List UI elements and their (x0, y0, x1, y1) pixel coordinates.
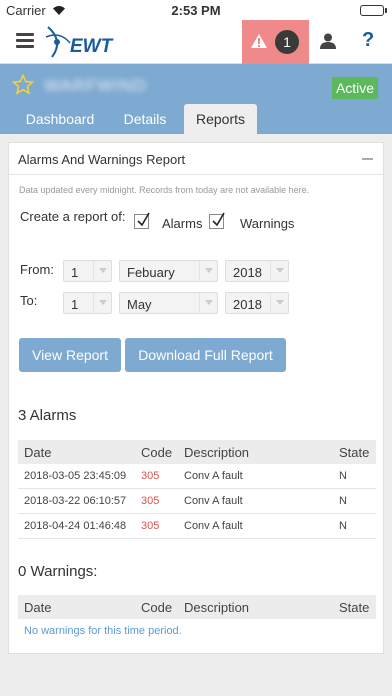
data-notice: Data updated every midnight. Records fro… (19, 185, 310, 195)
alarms-label: Alarms (162, 216, 203, 231)
to-day-select[interactable]: 1 (63, 292, 112, 314)
create-report-label: Create a report of: (20, 209, 126, 224)
to-label: To: (20, 293, 38, 308)
from-month-select[interactable]: Febuary (119, 260, 218, 282)
battery-icon (360, 5, 384, 16)
alarms-table: Date Code Description State 2018-03-05 2… (18, 440, 376, 539)
alarm-state: N (339, 495, 347, 507)
warnings-label: Warnings (240, 216, 295, 231)
table-header: Date Code Description State (18, 595, 376, 619)
alarm-state: N (339, 520, 347, 532)
to-year-select[interactable]: 2018 (225, 292, 289, 314)
status-badge: Active (332, 77, 378, 99)
chevron-down-icon (93, 293, 111, 313)
asset-bar: WARFWIND Active Dashboard Details Report… (0, 64, 392, 134)
from-year-select[interactable]: 2018 (225, 260, 289, 282)
to-month-value: May (127, 297, 152, 312)
column-header-state: State (339, 600, 370, 615)
alarm-description: Conv A fault (184, 470, 243, 482)
to-day-value: 1 (71, 297, 79, 312)
alarm-date: 2018-03-22 06:10:57 (24, 495, 127, 507)
battery-tip (385, 8, 387, 13)
chevron-down-icon (199, 261, 217, 281)
view-report-button[interactable]: View Report (19, 338, 121, 372)
chevron-down-icon (270, 293, 288, 313)
column-header-description: Description (184, 600, 250, 615)
column-header-code: Code (141, 445, 173, 460)
from-label: From: (20, 262, 54, 277)
app-header: EWT 1 ? (0, 20, 392, 64)
alarms-checkbox[interactable] (134, 212, 150, 229)
status-bar: Carrier 2:53 PM (0, 0, 392, 20)
to-month-select[interactable]: May (119, 292, 218, 314)
alarm-description: Conv A fault (184, 520, 243, 532)
table-row[interactable]: 2018-03-05 23:45:09 305 Conv A fault N (18, 464, 376, 489)
table-row[interactable]: 2018-03-22 06:10:57 305 Conv A fault N (18, 489, 376, 514)
favorite-star-icon[interactable] (11, 73, 35, 100)
tab-reports[interactable]: Reports (184, 104, 257, 134)
help-icon[interactable]: ? (362, 29, 374, 52)
column-header-state: State (339, 445, 370, 460)
chevron-down-icon (199, 293, 217, 313)
card-header: Alarms And Warnings Report (9, 143, 383, 175)
alarm-code: 305 (141, 520, 160, 532)
alert-count-badge: 1 (275, 30, 299, 54)
tab-dashboard[interactable]: Dashboard (20, 104, 100, 134)
card-title: Alarms And Warnings Report (18, 152, 186, 167)
chevron-down-icon (93, 261, 111, 281)
alarm-date: 2018-03-05 23:45:09 (24, 470, 127, 482)
report-card: Alarms And Warnings Report Data updated … (8, 142, 384, 654)
ewt-logo: EWT (44, 23, 120, 61)
alarm-code: 305 (141, 470, 160, 482)
table-row[interactable]: 2018-04-24 01:46:48 305 Conv A fault N (18, 514, 376, 539)
warnings-heading: 0 Warnings: (18, 563, 98, 580)
menu-icon[interactable] (16, 33, 34, 49)
from-year-value: 2018 (233, 265, 262, 280)
svg-text:EWT: EWT (70, 36, 114, 57)
alerts-button[interactable]: 1 (242, 20, 309, 64)
warning-icon (250, 33, 268, 54)
from-month-value: Febuary (127, 265, 175, 280)
no-warnings-message: No warnings for this time period. (24, 625, 182, 637)
column-header-date: Date (24, 445, 52, 460)
alarm-code: 305 (141, 495, 160, 507)
warnings-checkbox[interactable] (209, 212, 225, 229)
alarm-description: Conv A fault (184, 495, 243, 507)
chevron-down-icon (270, 261, 288, 281)
table-header: Date Code Description State (18, 440, 376, 464)
download-report-button[interactable]: Download Full Report (125, 338, 286, 372)
column-header-date: Date (24, 600, 52, 615)
tab-details[interactable]: Details (116, 104, 174, 134)
clock: 2:53 PM (171, 3, 221, 18)
from-day-value: 1 (71, 265, 79, 280)
user-icon[interactable] (320, 33, 336, 54)
from-day-select[interactable]: 1 (63, 260, 112, 282)
alarm-date: 2018-04-24 01:46:48 (24, 520, 127, 532)
column-header-description: Description (184, 445, 250, 460)
column-header-code: Code (141, 600, 173, 615)
alarms-heading: 3 Alarms (18, 407, 77, 424)
collapse-icon[interactable] (362, 158, 373, 160)
alarm-state: N (339, 470, 347, 482)
warnings-table: Date Code Description State No warnings … (18, 595, 376, 637)
to-year-value: 2018 (233, 297, 262, 312)
asset-name: WARFWIND (44, 76, 147, 95)
